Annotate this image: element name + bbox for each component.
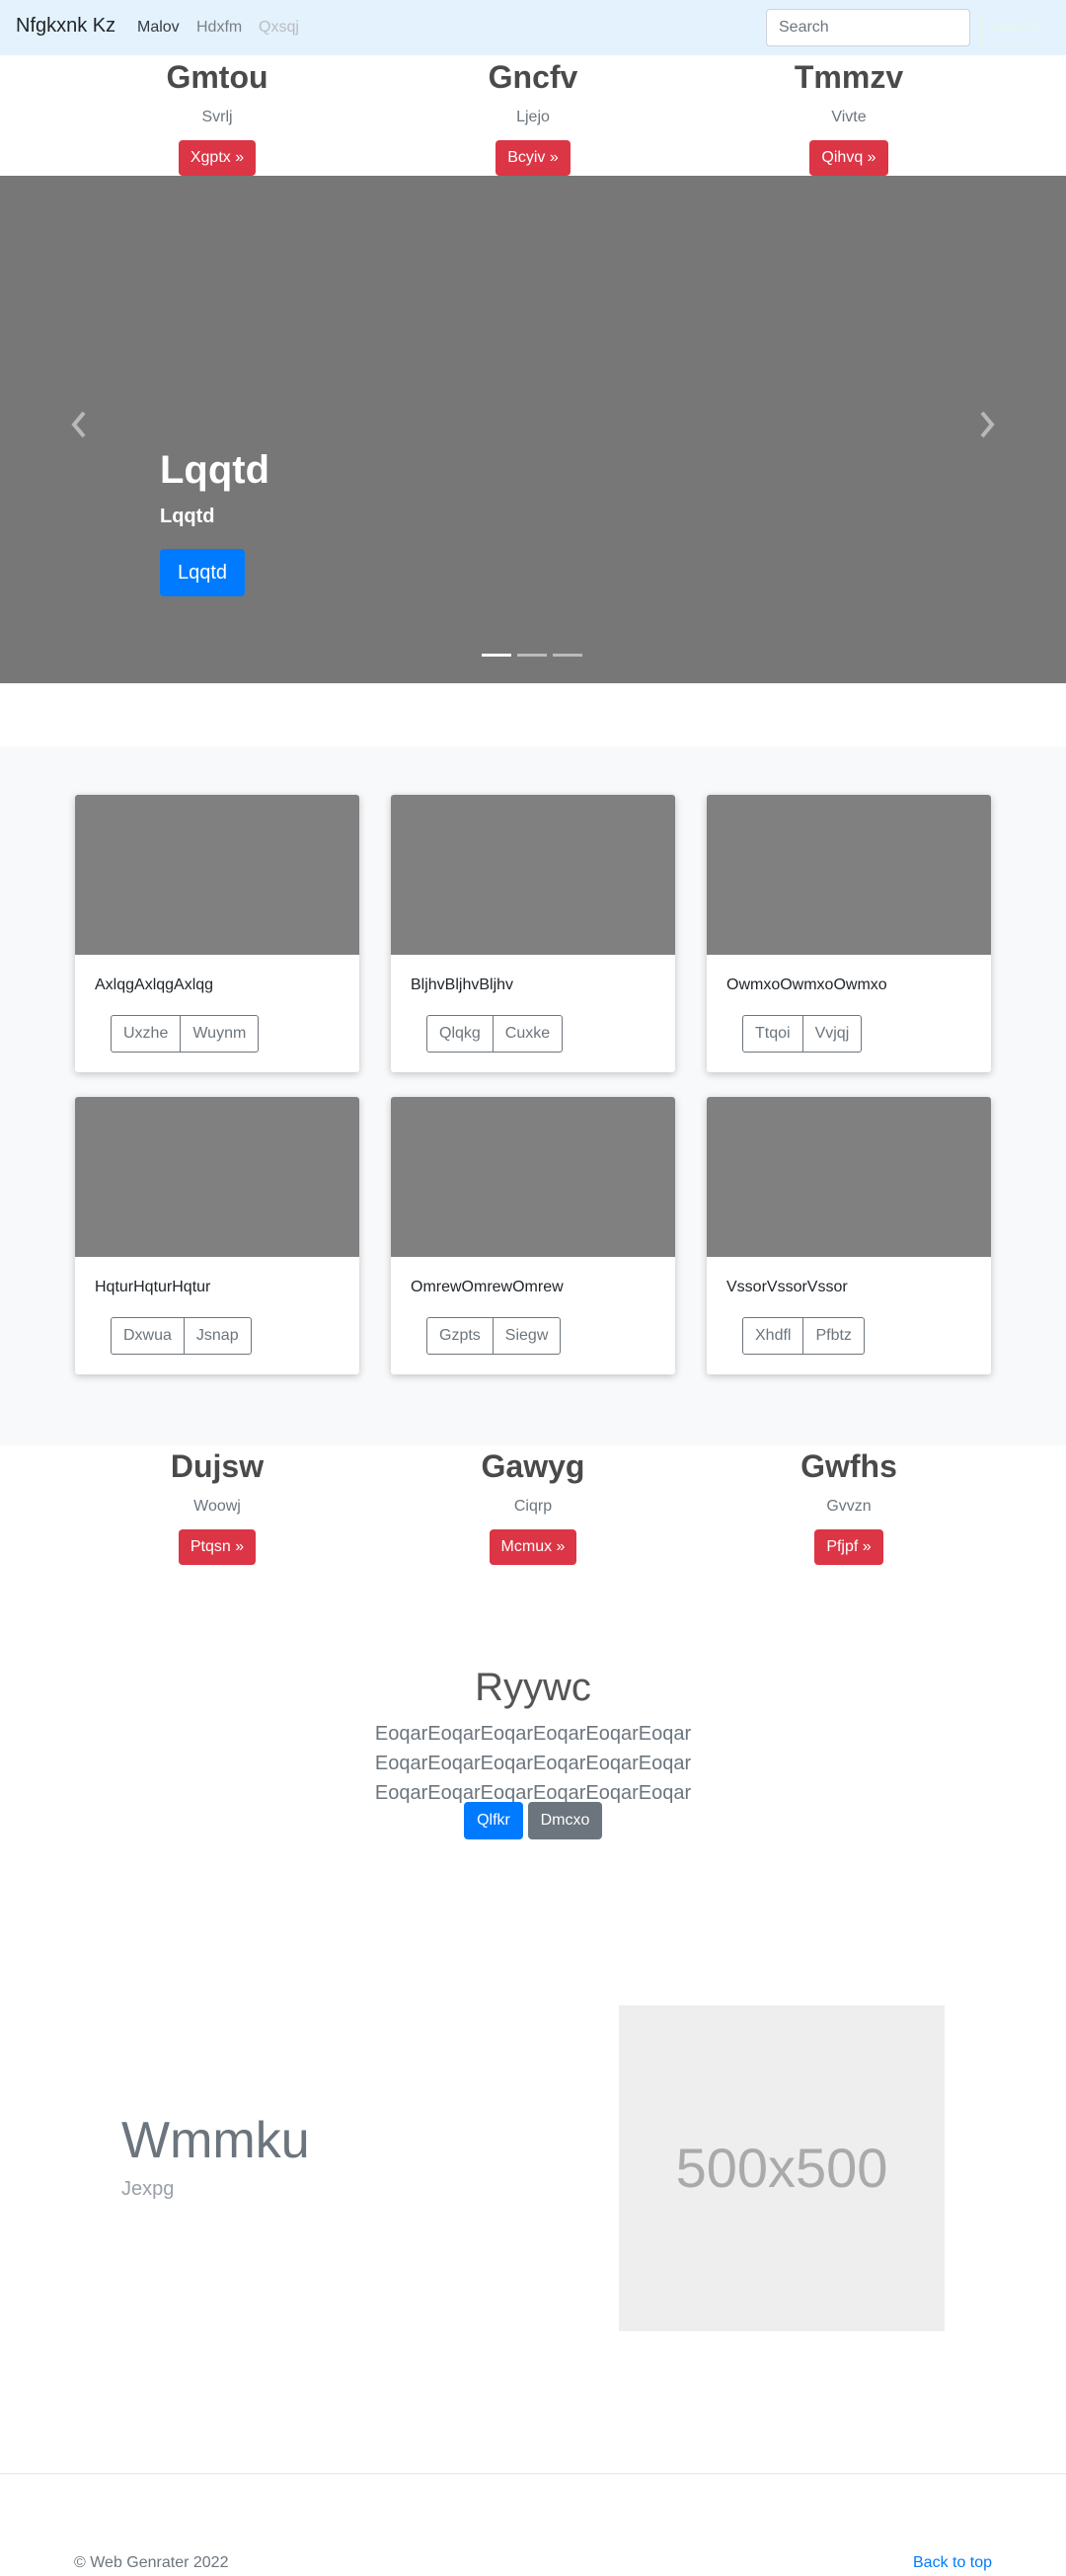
feature-text: Ljejo xyxy=(516,109,550,125)
feature-button[interactable]: Mcmux » xyxy=(489,1529,577,1565)
feature-button[interactable]: Xgptx » xyxy=(178,140,257,176)
card-button-group: Uxzhe Wuynm xyxy=(111,1015,260,1053)
brand-link[interactable]: Nfgkxnk Kz xyxy=(16,15,115,38)
album-card: OmrewOmrewOmrew Gzpts Siegw xyxy=(391,1097,675,1374)
feature-button[interactable]: Qihvq » xyxy=(809,140,888,176)
footer-copyright: © Web Genrater 2022 xyxy=(74,2554,229,2571)
carousel-caption-text: Lqqtd xyxy=(160,506,215,527)
feature-column-6: Gwfhs Gvvzn Pfjpf » xyxy=(701,1450,997,1565)
card-button[interactable]: Gzpts xyxy=(426,1317,494,1355)
footer-divider xyxy=(0,2473,1066,2474)
card-thumbnail xyxy=(75,1097,359,1257)
album-card: AxlqgAxlqgAxlqg Uxzhe Wuynm xyxy=(75,795,359,1072)
card-thumbnail xyxy=(707,795,991,955)
card-button[interactable]: Uxzhe xyxy=(111,1015,182,1053)
album-card: VssorVssorVssor Xhdfl Pfbtz xyxy=(707,1097,991,1374)
card-text: BljhvBljhvBljhv xyxy=(411,976,514,993)
card-text: AxlqgAxlqgAxlqg xyxy=(95,976,214,993)
search-button[interactable]: Search xyxy=(980,9,1050,46)
feature-button[interactable]: Bcyiv » xyxy=(495,140,571,176)
carousel-next-control[interactable] xyxy=(975,410,999,439)
jumbotron-title: Ryywc xyxy=(475,1666,591,1709)
feature-title: Gawyg xyxy=(481,1448,585,1484)
chevron-right-icon xyxy=(980,411,995,438)
feature-title: Gwfhs xyxy=(800,1448,897,1484)
album-section: AxlqgAxlqgAxlqg Uxzhe Wuynm BljhvBljhvBl… xyxy=(0,746,1066,1445)
card-thumbnail xyxy=(707,1097,991,1257)
feature-text: Ciqrp xyxy=(513,1498,553,1515)
back-to-top-link[interactable]: Back to top xyxy=(913,2554,992,2572)
feature-title: Gmtou xyxy=(166,59,268,95)
jumbotron-lead: EoqarEoqarEoqarEoqarEoqarEoqar EoqarEoqa… xyxy=(374,1723,692,1804)
card-thumbnail xyxy=(391,795,675,955)
feature-button[interactable]: Ptqsn » xyxy=(178,1529,257,1565)
feature-title: Tmmzv xyxy=(794,59,904,95)
card-thumbnail xyxy=(391,1097,675,1257)
card-button-group: Gzpts Siegw xyxy=(426,1317,562,1355)
card-text: HqturHqturHqtur xyxy=(95,1279,211,1295)
card-button[interactable]: Dxwua xyxy=(111,1317,185,1355)
featurette-heading: Wmmku xyxy=(121,2112,310,2169)
feature-title: Dujsw xyxy=(170,1448,265,1484)
card-text: OwmxoOwmxoOwmxo xyxy=(726,976,887,993)
carousel-caption-title: Lqqtd xyxy=(160,448,270,492)
nav-link-malov[interactable]: Malov xyxy=(137,19,180,37)
card-button-group: Dxwua Jsnap xyxy=(111,1317,252,1355)
feature-column-2: Gncfv Ljejo Bcyiv » xyxy=(385,61,681,176)
featurette-image-placeholder: 500x500 xyxy=(619,2005,945,2331)
carousel-indicator-2[interactable] xyxy=(517,654,547,657)
feature-button[interactable]: Pfjpf » xyxy=(814,1529,883,1565)
album-card: OwmxoOwmxoOwmxo Ttqoi Vvjqj xyxy=(707,795,991,1072)
card-button-group: Xhdfl Pfbtz xyxy=(742,1317,865,1355)
card-button[interactable]: Siegw xyxy=(493,1317,562,1355)
carousel-prev-control[interactable] xyxy=(67,410,91,439)
card-button[interactable]: Qlqkg xyxy=(426,1015,494,1053)
card-button-group: Ttqoi Vvjqj xyxy=(742,1015,863,1053)
card-button[interactable]: Xhdfl xyxy=(742,1317,804,1355)
featurette-subheading: Jexpg xyxy=(121,2178,175,2200)
nav-link-qxsqj: Qxsqj xyxy=(259,19,299,36)
chevron-left-icon xyxy=(71,411,86,438)
album-card: HqturHqturHqtur Dxwua Jsnap xyxy=(75,1097,359,1374)
jumbotron-secondary-button[interactable]: Dmcxo xyxy=(528,1802,602,1839)
navbar: Nfgkxnk Kz Malov Hdxfm Qxsqj Search xyxy=(0,0,1066,55)
feature-title: Gncfv xyxy=(488,59,578,95)
card-text: VssorVssorVssor xyxy=(726,1279,848,1295)
jumbotron-primary-button[interactable]: Qlfkr xyxy=(464,1802,523,1839)
feature-text: Gvvzn xyxy=(826,1498,872,1515)
card-button[interactable]: Jsnap xyxy=(184,1317,252,1355)
carousel-indicator-1[interactable] xyxy=(482,654,511,657)
card-button[interactable]: Pfbtz xyxy=(803,1317,865,1355)
feature-text: Vivte xyxy=(831,109,867,125)
card-button-group: Qlqkg Cuxke xyxy=(426,1015,564,1053)
carousel-indicator-3[interactable] xyxy=(553,654,582,657)
hero-carousel: Lqqtd Lqqtd Lqqtd xyxy=(0,176,1066,683)
card-text: OmrewOmrewOmrew xyxy=(411,1279,564,1295)
feature-text: Svrlj xyxy=(201,109,233,125)
carousel-cta-button[interactable]: Lqqtd xyxy=(160,549,245,596)
card-button[interactable]: Cuxke xyxy=(493,1015,564,1053)
feature-column-1: Gmtou Svrlj Xgptx » xyxy=(69,61,365,176)
feature-text: Woowj xyxy=(193,1498,241,1515)
nav-link-hdxfm[interactable]: Hdxfm xyxy=(196,19,242,37)
card-button[interactable]: Ttqoi xyxy=(742,1015,803,1053)
card-button[interactable]: Wuynm xyxy=(181,1015,260,1053)
card-button[interactable]: Vvjqj xyxy=(802,1015,863,1053)
placeholder-label: 500x500 xyxy=(675,2137,888,2199)
feature-column-5: Gawyg Ciqrp Mcmux » xyxy=(385,1450,681,1565)
search-input[interactable] xyxy=(766,9,970,46)
feature-column-4: Dujsw Woowj Ptqsn » xyxy=(69,1450,365,1565)
feature-column-3: Tmmzv Vivte Qihvq » xyxy=(701,61,997,176)
card-thumbnail xyxy=(75,795,359,955)
album-card: BljhvBljhvBljhv Qlqkg Cuxke xyxy=(391,795,675,1072)
